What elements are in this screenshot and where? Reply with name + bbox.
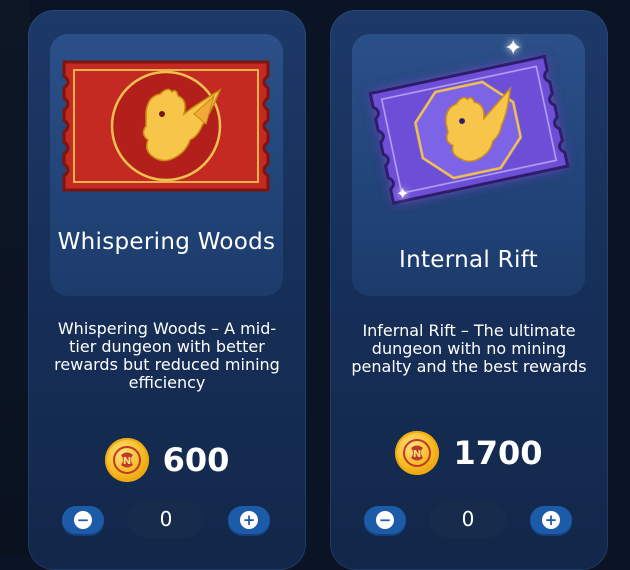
dungeon-title: Internal Rift <box>399 247 538 273</box>
svg-text:N: N <box>122 456 130 467</box>
ticket-panel: Whispering Woods <box>50 34 283 296</box>
decrease-button[interactable]: − <box>62 506 104 534</box>
price-value: 600 <box>162 441 230 479</box>
price-row: N 600 <box>28 438 306 482</box>
quantity-stepper: − 0 + <box>28 500 306 540</box>
increase-button[interactable]: + <box>530 506 572 534</box>
red-ticket-icon <box>50 34 283 214</box>
purple-ticket-icon: ✦ ✦ <box>352 34 585 214</box>
quantity-stepper: − 0 + <box>330 500 608 540</box>
plus-icon: + <box>240 511 258 529</box>
minus-icon: − <box>74 511 92 529</box>
sparkle-icon: ✦ <box>396 184 410 203</box>
ticket-panel: ✦ ✦ Internal Rift <box>352 34 585 296</box>
dungeon-card-whispering-woods: Whispering Woods Whispering Woods – A mi… <box>28 10 306 570</box>
sparkle-icon: ✦ <box>504 36 523 61</box>
plus-icon: + <box>542 511 560 529</box>
dungeon-description: Infernal Rift – The ultimate dungeon wit… <box>351 321 587 376</box>
svg-text:N: N <box>413 449 421 460</box>
dungeon-card-internal-rift: ✦ ✦ Internal Rift Infernal Rift – The ul… <box>330 10 608 570</box>
price-row: N 1700 <box>330 431 608 475</box>
price-value: 1700 <box>453 434 543 472</box>
dungeon-title: Whispering Woods <box>57 229 276 255</box>
quantity-field[interactable]: 0 <box>128 500 204 538</box>
coin-icon: N <box>395 431 440 475</box>
increase-button[interactable]: + <box>228 506 270 534</box>
decrease-button[interactable]: − <box>364 506 406 534</box>
dungeon-description: Whispering Woods – A mid-tier dungeon wi… <box>54 319 280 392</box>
minus-icon: − <box>376 511 394 529</box>
coin-icon: N <box>104 438 149 482</box>
background-edge <box>0 0 30 555</box>
quantity-field[interactable]: 0 <box>430 500 506 538</box>
